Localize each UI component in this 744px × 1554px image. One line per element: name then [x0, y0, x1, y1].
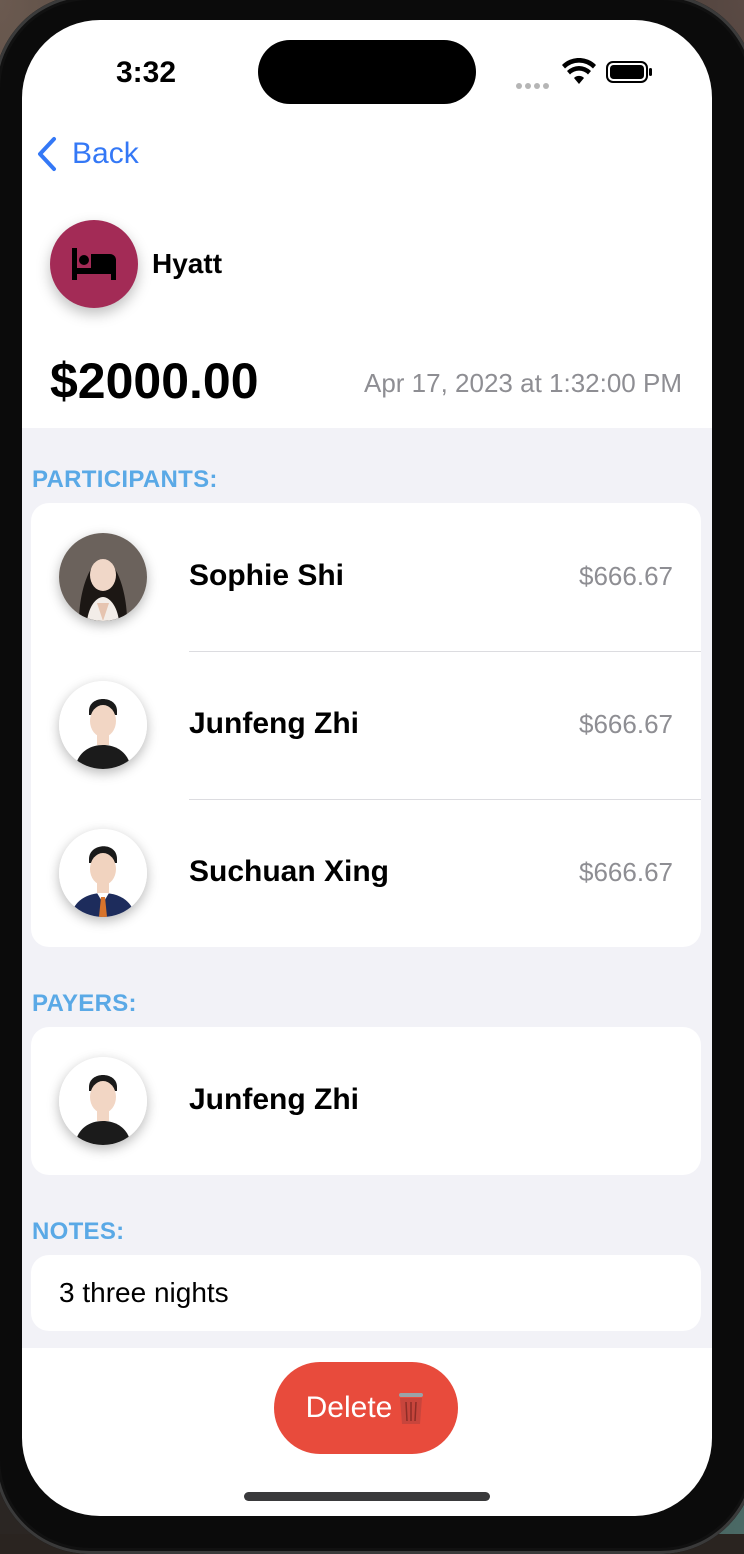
home-indicator[interactable]	[244, 1492, 490, 1501]
delete-label: Delete	[305, 1391, 393, 1424]
participant-name: Suchuan Xing	[189, 855, 390, 888]
battery-icon	[606, 61, 652, 83]
delete-button[interactable]: Delete	[274, 1362, 458, 1454]
payers-list: Junfeng Zhi	[31, 1027, 701, 1175]
list-item[interactable]: Suchuan Xing $666.67	[31, 799, 701, 947]
list-item[interactable]: Junfeng Zhi $666.67	[31, 651, 701, 799]
chevron-left-icon	[38, 137, 56, 171]
status-time: 3:32	[116, 56, 177, 89]
notes-text: 3 three nights	[59, 1277, 229, 1308]
expense-amount: $2000.00	[50, 353, 259, 409]
app-screen: 3:32 Back Hyatt $2000.00 Apr 17, 2023 at…	[22, 20, 712, 1516]
status-bar: 3:32	[22, 20, 712, 130]
participant-amount: $666.67	[579, 709, 673, 739]
merchant-name: Hyatt	[152, 248, 223, 279]
participant-amount: $666.67	[579, 561, 673, 591]
expense-date: Apr 17, 2023 at 1:32:00 PM	[364, 368, 682, 398]
participant-name: Sophie Shi	[189, 559, 345, 592]
list-item[interactable]: Junfeng Zhi	[31, 1027, 701, 1175]
avatar	[59, 1057, 147, 1145]
back-label: Back	[72, 137, 139, 170]
cellular-signal-icon	[516, 76, 552, 89]
avatar	[59, 533, 147, 621]
participant-amount: $666.67	[579, 857, 673, 887]
notes-title: NOTES:	[32, 1218, 125, 1245]
category-badge	[50, 220, 138, 308]
participant-name: Junfeng Zhi	[189, 707, 359, 740]
bed-icon	[72, 248, 116, 280]
participants-list: Sophie Shi $666.67 Junfeng Zhi $666.67 S…	[31, 503, 701, 947]
avatar	[59, 681, 147, 769]
list-item[interactable]: Sophie Shi $666.67	[31, 503, 701, 651]
payers-title: PAYERS:	[32, 990, 137, 1017]
dynamic-island	[258, 40, 476, 104]
avatar	[59, 829, 147, 917]
payer-name: Junfeng Zhi	[189, 1083, 359, 1116]
back-button[interactable]: Back	[36, 132, 139, 176]
notes-card: 3 three nights	[31, 1255, 701, 1331]
trash-icon	[399, 1393, 424, 1424]
wifi-icon	[562, 58, 596, 84]
details-section: PARTICIPANTS: Sophie Shi $666.67 Junfeng…	[22, 428, 712, 1348]
participants-title: PARTICIPANTS:	[32, 466, 218, 493]
